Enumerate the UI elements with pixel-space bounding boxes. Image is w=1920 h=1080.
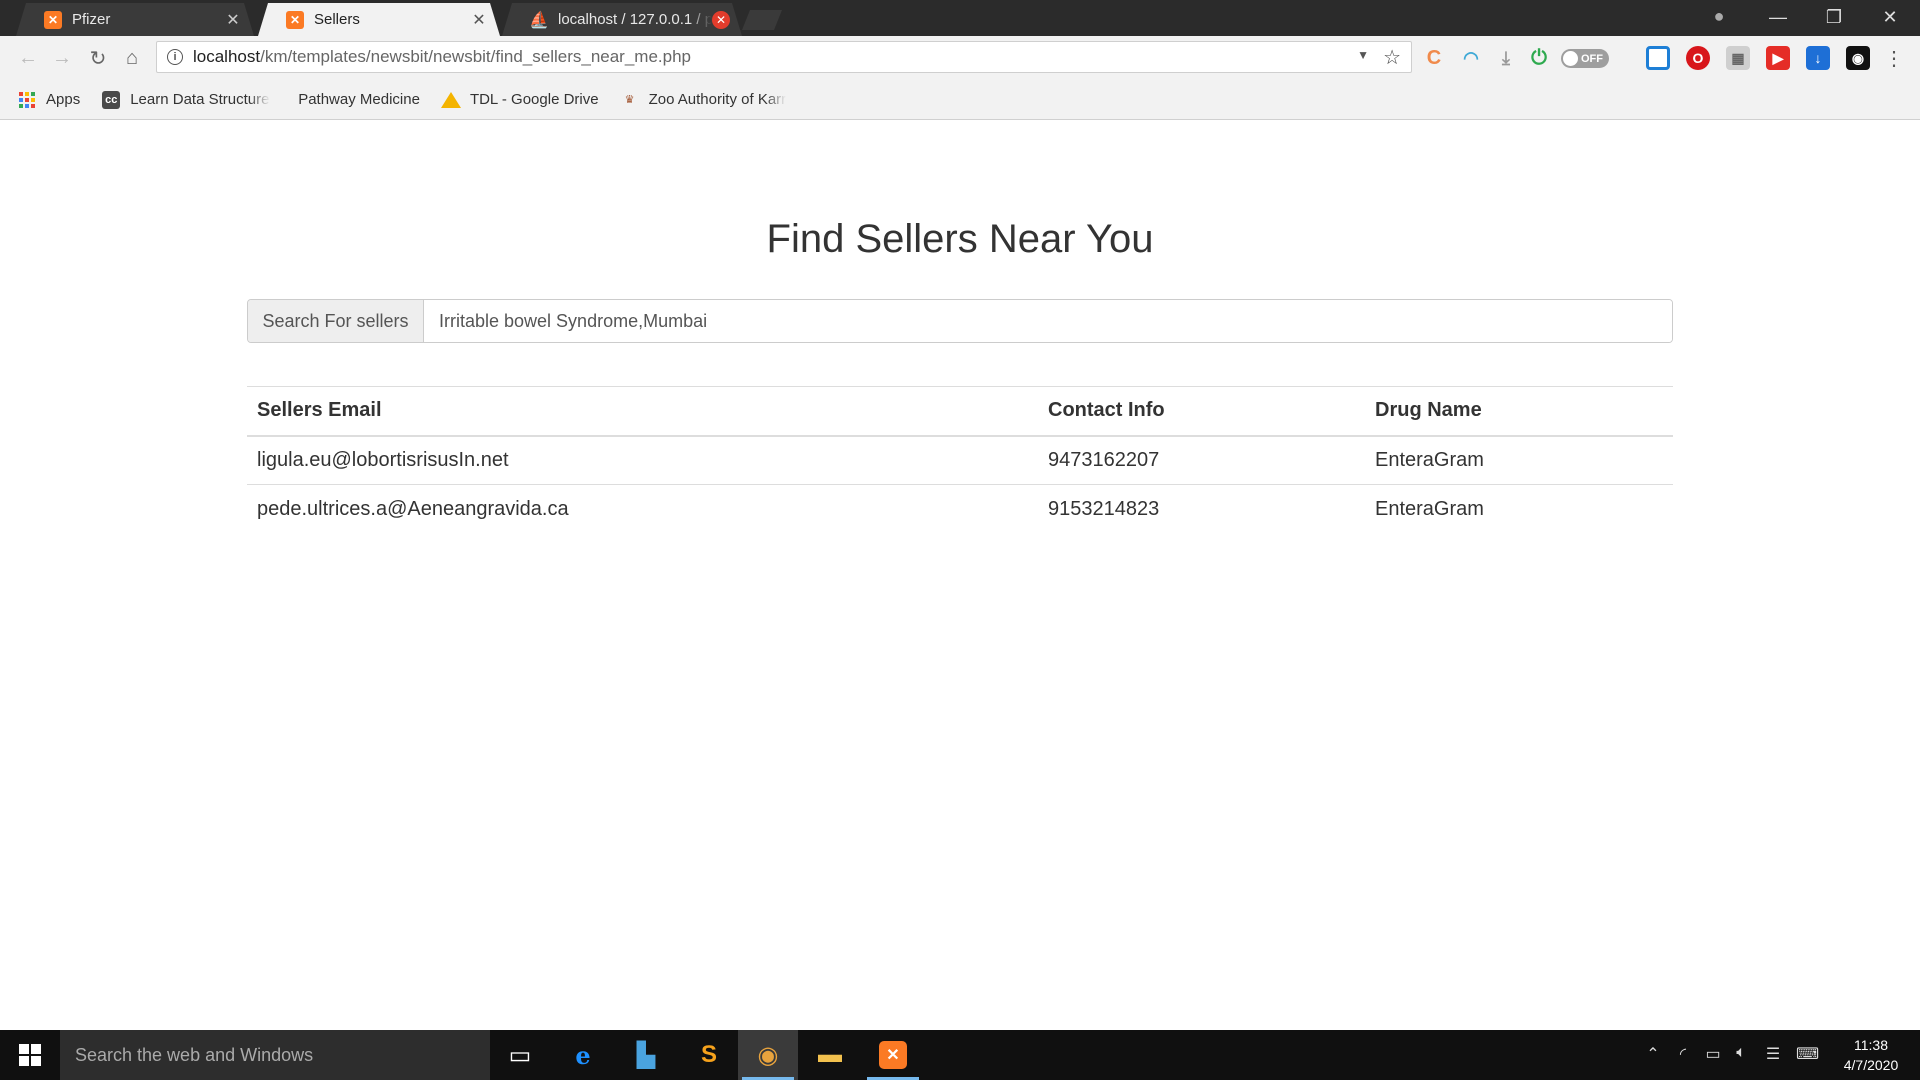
taskbar-clock[interactable]: 11:38 4/7/2020 — [1826, 1035, 1916, 1075]
seller-search-input[interactable] — [424, 300, 1672, 342]
bookmark-zoo-authority[interactable]: ♛ Zoo Authority of Karr — [621, 91, 787, 109]
youtube-icon[interactable]: ▶ — [1766, 46, 1790, 70]
drug-name: EnteraGram — [1365, 435, 1673, 485]
clock-date: 4/7/2020 — [1843, 1057, 1899, 1073]
headphones-icon[interactable]: ◠ — [1459, 46, 1483, 70]
url-text[interactable]: localhost/km/templates/newsbit/newsbit/f… — [193, 47, 691, 67]
google-drive-icon — [440, 91, 461, 109]
bookmarks-bar: Apps cc Learn Data Structures Pathway Me… — [0, 80, 1920, 120]
search-addon-label: Search For sellers — [248, 300, 424, 342]
close-tab-icon[interactable]: ✕ — [712, 11, 730, 29]
phpmyadmin-icon: ⛵ — [529, 11, 549, 29]
bookmark-label: Pathway Medicine — [298, 91, 420, 108]
off-toggle[interactable]: OFF — [1561, 49, 1609, 68]
zoo-emblem-icon: ♛ — [624, 94, 635, 106]
tab-pfizer[interactable]: ✕ Pfizer ✕ — [16, 3, 254, 36]
clock-time: 11:38 — [1854, 1037, 1888, 1053]
taskbar-search-placeholder: Search the web and Windows — [75, 1044, 314, 1065]
contact-info: 9473162207 — [1038, 435, 1365, 485]
windows-logo-icon — [19, 1044, 41, 1066]
browser-tab-strip: ✕ Pfizer ✕ ✕ Sellers ✕ ⛵ localhost / 127… — [0, 0, 1920, 36]
xampp-taskbar-icon[interactable]: ✕ — [863, 1030, 923, 1080]
download-icon[interactable]: ↓ — [1806, 46, 1830, 70]
notifications-icon[interactable]: ☰ — [1762, 1044, 1784, 1066]
table-row: ligula.eu@lobortisrisusIn.net 9473162207… — [247, 435, 1673, 485]
back-icon[interactable]: ← — [14, 44, 42, 72]
xampp-icon: ✕ — [44, 11, 62, 29]
close-tab-icon[interactable]: ✕ — [224, 11, 242, 29]
windows-taskbar: Search the web and Windows ▭ e ▙ S ◉ ▬ ✕… — [0, 1030, 1920, 1080]
table-header-row: Sellers Email Contact Info Drug Name — [247, 386, 1673, 437]
header-contact-info: Contact Info — [1038, 386, 1365, 437]
seller-email: ligula.eu@lobortisrisusIn.net — [247, 435, 1038, 485]
chevron-up-icon[interactable]: ⌃ — [1642, 1044, 1664, 1066]
drug-name: EnteraGram — [1365, 484, 1673, 534]
start-button[interactable] — [0, 1030, 60, 1080]
power-icon[interactable]: ⏻ — [1527, 46, 1551, 70]
bookmark-label: Learn Data Structures — [130, 91, 271, 108]
tab-title: localhost / 127.0.0.1 / pfi — [558, 11, 712, 28]
restore-icon[interactable]: ❐ — [1806, 0, 1862, 34]
apps-grid-icon — [18, 91, 36, 109]
close-tab-icon[interactable]: ✕ — [470, 11, 488, 29]
desktop-app-icon[interactable]: ▙ — [616, 1030, 676, 1080]
task-view-icon[interactable]: ▭ — [490, 1030, 550, 1080]
tab-title: Pfizer — [72, 11, 111, 28]
edge-icon[interactable]: e — [553, 1030, 613, 1080]
header-sellers-email: Sellers Email — [247, 386, 1038, 437]
header-drug-name: Drug Name — [1365, 386, 1673, 437]
tab-title: Sellers — [314, 11, 360, 28]
file-explorer-icon[interactable]: ▬ — [800, 1030, 860, 1080]
taskbar-search-box[interactable]: Search the web and Windows — [60, 1030, 490, 1080]
volume-icon[interactable]: 🔈︎ — [1730, 1044, 1752, 1066]
extension-square-icon[interactable] — [1646, 46, 1670, 70]
chrome-icon[interactable]: ◉ — [738, 1030, 798, 1080]
extension-c-icon[interactable]: C — [1422, 46, 1446, 70]
bookmark-apps[interactable]: Apps — [18, 91, 80, 109]
info-icon[interactable]: i — [167, 49, 183, 65]
bookmark-tdl-google-drive[interactable]: TDL - Google Drive — [440, 91, 599, 109]
bookmark-label: Apps — [46, 91, 81, 108]
tab-sellers[interactable]: ✕ Sellers ✕ — [258, 3, 500, 36]
address-bar[interactable]: i localhost/km/templates/newsbit/newsbit… — [156, 41, 1412, 73]
page-title: Find Sellers Near You — [766, 217, 1154, 261]
home-icon[interactable]: ⌂ — [118, 44, 146, 72]
page-content: Find Sellers Near You Search For sellers… — [0, 121, 1920, 1030]
toggle-label: OFF — [1581, 52, 1603, 65]
sublime-text-icon[interactable]: S — [679, 1030, 739, 1080]
bookmark-label: TDL - Google Drive — [469, 91, 599, 108]
battery-icon[interactable]: ▭ — [1702, 1044, 1724, 1066]
cc-icon: cc — [102, 90, 121, 109]
search-group: Search For sellers — [247, 299, 1673, 343]
profile-icon[interactable]: ● — [1708, 6, 1730, 28]
extension-puzzle-icon[interactable]: ▦ — [1726, 46, 1750, 70]
close-window-icon[interactable]: ✕ — [1862, 0, 1918, 34]
sellers-table: Sellers Email Contact Info Drug Name lig… — [247, 386, 1673, 534]
url-host: localhost — [193, 47, 261, 66]
bookmark-star-icon[interactable]: ☆ — [1383, 45, 1401, 70]
table-row: pede.ultrices.a@Aeneangravida.ca 9153214… — [247, 484, 1673, 534]
opera-icon[interactable]: O — [1686, 46, 1710, 70]
camera-icon[interactable]: ◉ — [1846, 46, 1870, 70]
download-tray-icon[interactable]: ⤓ — [1494, 46, 1518, 70]
new-tab-button[interactable] — [742, 10, 782, 30]
menu-icon[interactable]: ⋮ — [1884, 46, 1904, 70]
seller-email: pede.ultrices.a@Aeneangravida.ca — [247, 484, 1038, 534]
minimize-icon[interactable]: — — [1750, 0, 1806, 34]
chevron-down-icon[interactable]: ▼ — [1357, 48, 1369, 62]
contact-info: 9153214823 — [1038, 484, 1365, 534]
bookmark-learn-data-structures[interactable]: cc Learn Data Structures — [102, 90, 271, 109]
keyboard-icon[interactable]: ⌨ — [1796, 1044, 1819, 1066]
bookmark-pathway-medicine[interactable]: Pathway Medicine — [298, 91, 420, 108]
xampp-icon: ✕ — [286, 11, 304, 29]
forward-icon[interactable]: → — [48, 44, 76, 72]
browser-toolbar: ← → ↻ ⌂ i localhost/km/templates/newsbit… — [0, 36, 1920, 80]
tab-phpmyadmin[interactable]: ⛵ localhost / 127.0.0.1 / pfi ✕ — [502, 3, 742, 36]
wifi-icon[interactable]: ◜ — [1672, 1044, 1694, 1066]
bookmark-label: Zoo Authority of Karr — [648, 91, 787, 108]
reload-icon[interactable]: ↻ — [84, 44, 112, 72]
url-path: /km/templates/newsbit/newsbit/find_selle… — [260, 47, 691, 66]
